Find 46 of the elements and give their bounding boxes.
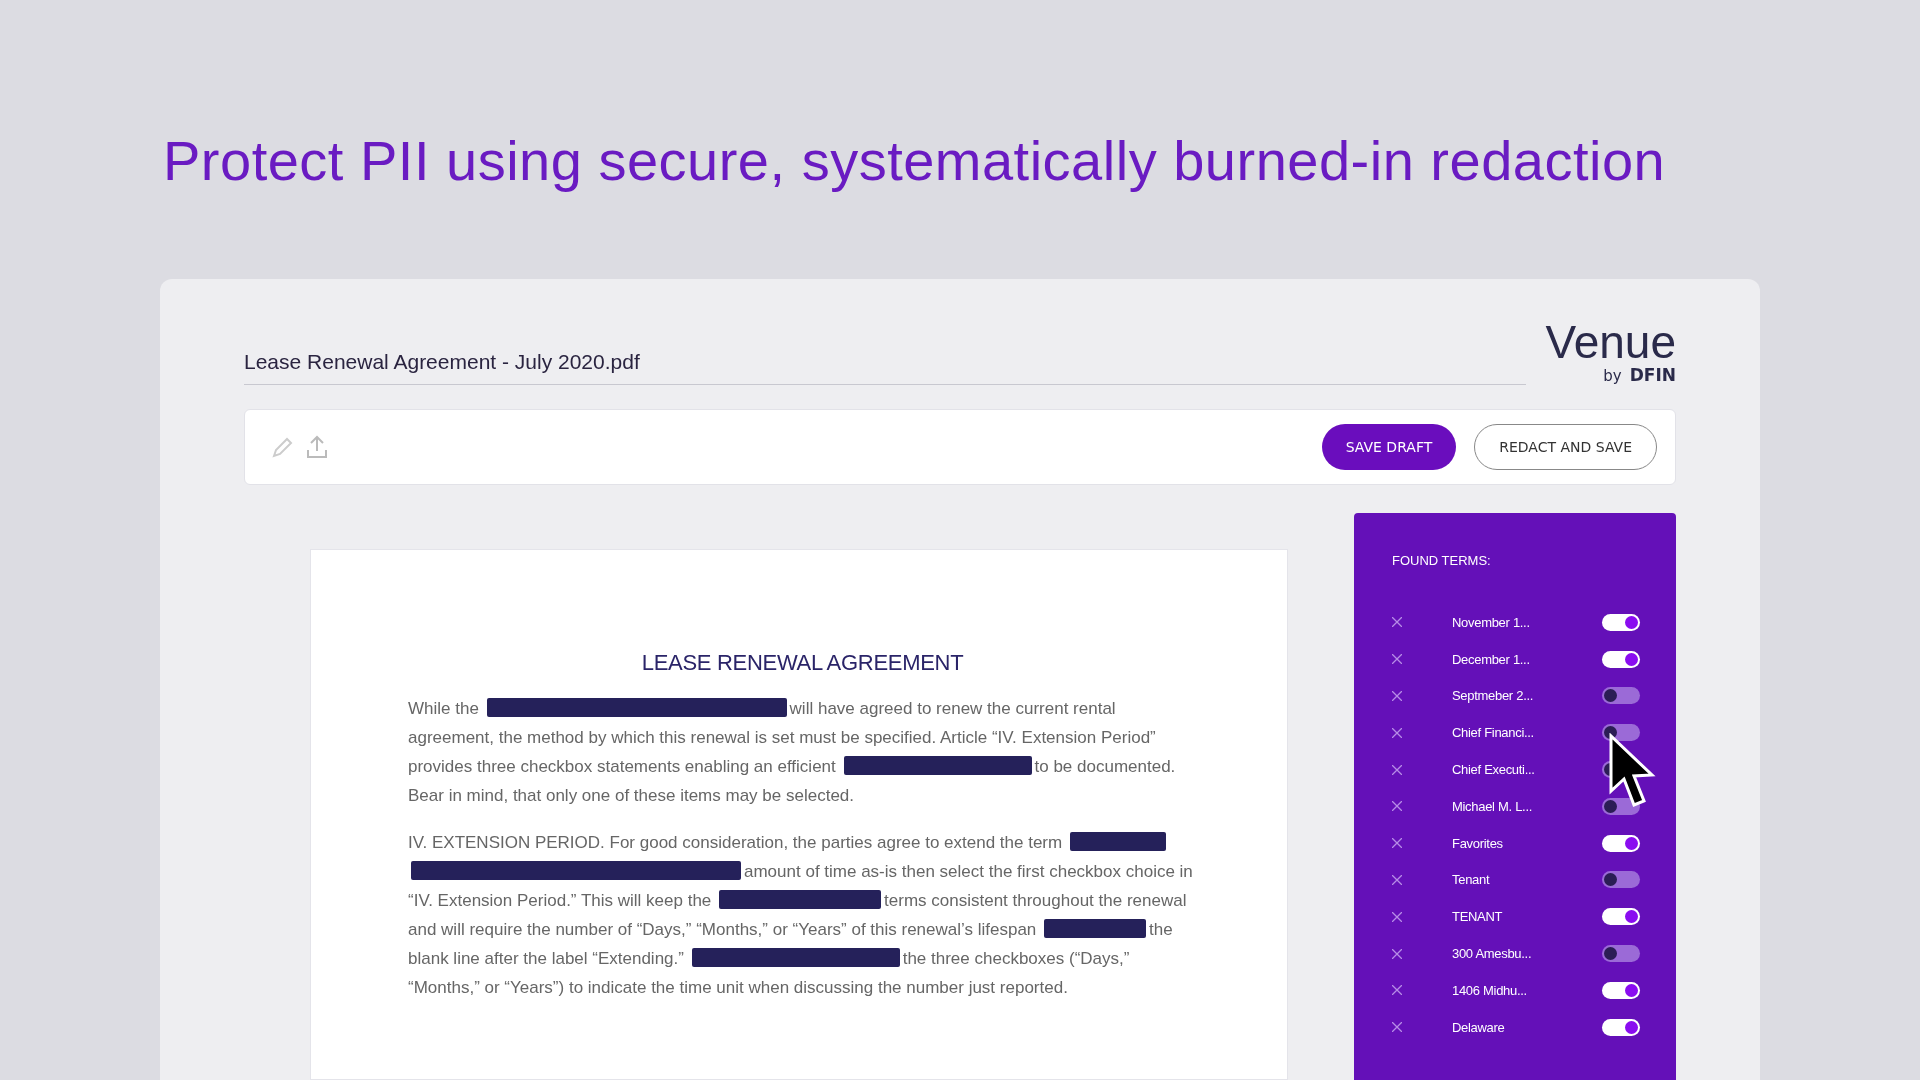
upload-icon[interactable] bbox=[305, 434, 329, 460]
save-draft-button[interactable]: SAVE DRAFT bbox=[1321, 424, 1457, 470]
logo-name: Venue bbox=[1545, 319, 1676, 365]
toggle-switch[interactable] bbox=[1602, 1018, 1640, 1036]
close-icon[interactable] bbox=[1392, 801, 1402, 812]
term-label: TENANT bbox=[1452, 909, 1504, 925]
toggle-switch[interactable] bbox=[1602, 871, 1640, 889]
term-label: Chief Executi... bbox=[1452, 762, 1536, 778]
toggle-switch[interactable] bbox=[1602, 687, 1640, 705]
toggle-switch[interactable] bbox=[1602, 945, 1640, 963]
toggle-switch[interactable] bbox=[1602, 981, 1640, 999]
close-icon[interactable] bbox=[1392, 764, 1402, 775]
term-label: Chief Financi... bbox=[1452, 725, 1535, 741]
file-name: Lease Renewal Agreement - July 2020.pdf bbox=[244, 350, 1526, 385]
close-icon[interactable] bbox=[1392, 654, 1402, 665]
redact-and-save-button[interactable]: REDACT AND SAVE bbox=[1474, 424, 1657, 470]
close-icon[interactable] bbox=[1392, 874, 1402, 885]
close-icon[interactable] bbox=[1392, 691, 1402, 701]
term-label: Tenant bbox=[1452, 872, 1491, 888]
panel-title: FOUND TERMS: bbox=[1392, 553, 1492, 568]
term-label: Septmeber 2... bbox=[1452, 688, 1535, 704]
term-label: Favorites bbox=[1452, 835, 1504, 851]
close-icon[interactable] bbox=[1392, 727, 1402, 738]
close-icon[interactable] bbox=[1392, 1022, 1402, 1033]
logo-brand: DFIN bbox=[1629, 365, 1676, 385]
toggle-switch[interactable] bbox=[1602, 650, 1640, 668]
term-label: 1406 Midhu... bbox=[1452, 982, 1528, 998]
toggle-switch[interactable] bbox=[1602, 908, 1640, 926]
term-label: Michael M. L... bbox=[1452, 798, 1534, 814]
document-paragraph: While the will have agreed to renew the current rental agreement, the method by which this renewal is set must be specified. Article “IV. Extension Period” provides three checkbox statements enabling an efficient to be documented. Bear in mind, that only one of these items may be selected. bbox=[408, 697, 1177, 807]
term-label: 300 Amesbu... bbox=[1452, 946, 1533, 962]
document-paragraph: IV. EXTENSION PERIOD. For good consideration, the parties agree to extend the term amount of time as-is then select the first checkbox choice in “IV. Extension Period.” This will keep the terms consistent throughout the renewal and will require the number of “Days,” “Months,” or “Years” of this renewal’s lifespan the blank line after the label “Extending.” the three checkboxes (“Days,” “Months,” or “Years”) to indicate the time unit when discussing the number just reported. bbox=[408, 831, 1194, 999]
document-title: LEASE RENEWAL AGREEMENT bbox=[640, 650, 965, 676]
toggle-switch[interactable] bbox=[1602, 834, 1640, 852]
close-icon[interactable] bbox=[1392, 911, 1402, 922]
close-icon[interactable] bbox=[1392, 985, 1402, 996]
term-label: November 1... bbox=[1452, 614, 1531, 630]
close-icon[interactable] bbox=[1392, 948, 1402, 959]
toggle-switch[interactable] bbox=[1602, 724, 1640, 742]
logo-by: by bbox=[1603, 367, 1622, 385]
term-label: Delaware bbox=[1452, 1019, 1506, 1035]
term-label: December 1... bbox=[1452, 651, 1531, 667]
headline: Protect PII using secure, systematically burned-in redaction bbox=[163, 128, 1667, 193]
toggle-switch[interactable] bbox=[1602, 613, 1640, 631]
close-icon[interactable] bbox=[1392, 838, 1402, 849]
close-icon[interactable] bbox=[1392, 617, 1402, 628]
